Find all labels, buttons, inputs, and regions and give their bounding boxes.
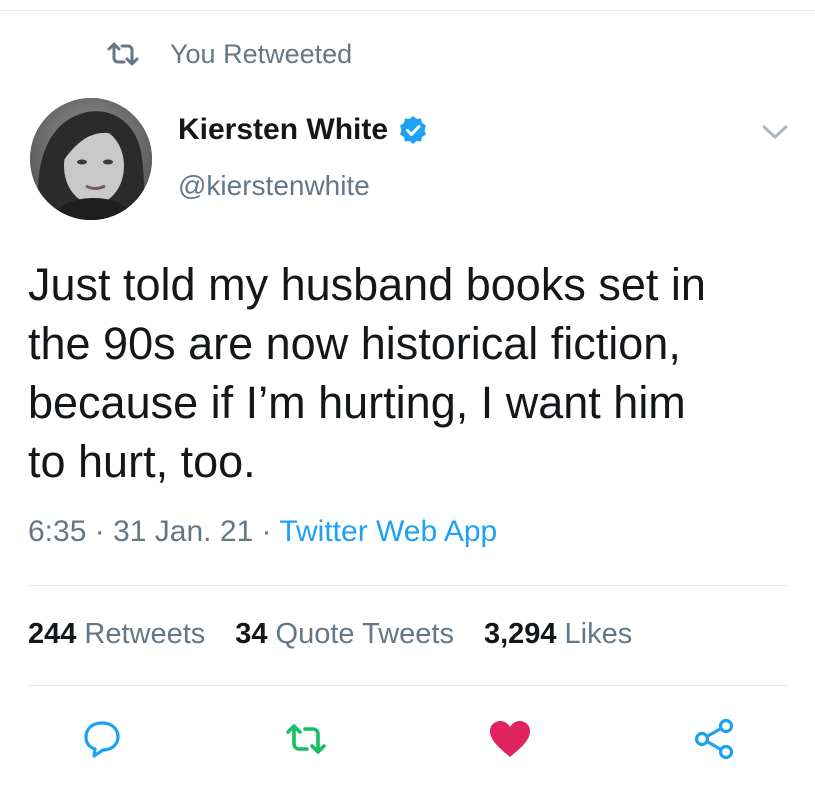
- chevron-down-icon[interactable]: [760, 120, 790, 144]
- retweets-label: Retweets: [84, 618, 206, 650]
- likes-count: 3,294: [483, 618, 557, 650]
- meta-separator: ·: [94, 515, 105, 548]
- verified-badge-icon: [398, 115, 428, 145]
- tweet-stats: 244 Retweets 34 Quote Tweets 3,294 Likes: [28, 618, 632, 651]
- divider: [28, 685, 788, 686]
- likes-stat[interactable]: 3,294 Likes: [484, 618, 632, 651]
- retweet-context-label: You Retweeted: [170, 38, 353, 69]
- tweet-date[interactable]: 31 Jan. 21: [113, 515, 253, 548]
- retweet-button[interactable]: [282, 718, 330, 764]
- likes-label: Likes: [564, 618, 633, 650]
- top-divider: [0, 10, 815, 11]
- retweet-icon: [285, 723, 327, 760]
- tweet-time[interactable]: 6:35: [28, 515, 86, 548]
- reply-button[interactable]: [78, 718, 126, 764]
- retweets-stat[interactable]: 244 Retweets: [28, 618, 205, 651]
- reply-icon: [82, 719, 122, 764]
- quote-tweets-stat[interactable]: 34 Quote Tweets: [235, 618, 454, 651]
- meta-separator: ·: [261, 515, 272, 548]
- retweet-icon: [106, 41, 140, 67]
- heart-icon: [488, 719, 532, 764]
- tweet-source-link[interactable]: Twitter Web App: [279, 515, 497, 548]
- quote-tweets-label: Quote Tweets: [275, 618, 454, 650]
- author-handle[interactable]: @kierstenwhite: [178, 170, 370, 202]
- retweets-count: 244: [28, 618, 77, 650]
- author-display-name: Kiersten White: [178, 113, 389, 146]
- share-icon: [693, 718, 735, 765]
- avatar[interactable]: [30, 98, 152, 220]
- retweet-context: You Retweeted: [106, 36, 352, 72]
- like-button[interactable]: [486, 718, 534, 764]
- tweet-meta: 6:35 · 31 Jan. 21 · Twitter Web App: [28, 515, 497, 549]
- share-button[interactable]: [690, 718, 738, 764]
- tweet-text: Just told my husband books set in the 90…: [28, 259, 706, 487]
- author-name[interactable]: Kiersten White: [178, 113, 428, 147]
- quote-tweets-count: 34: [235, 618, 268, 650]
- divider: [28, 585, 788, 586]
